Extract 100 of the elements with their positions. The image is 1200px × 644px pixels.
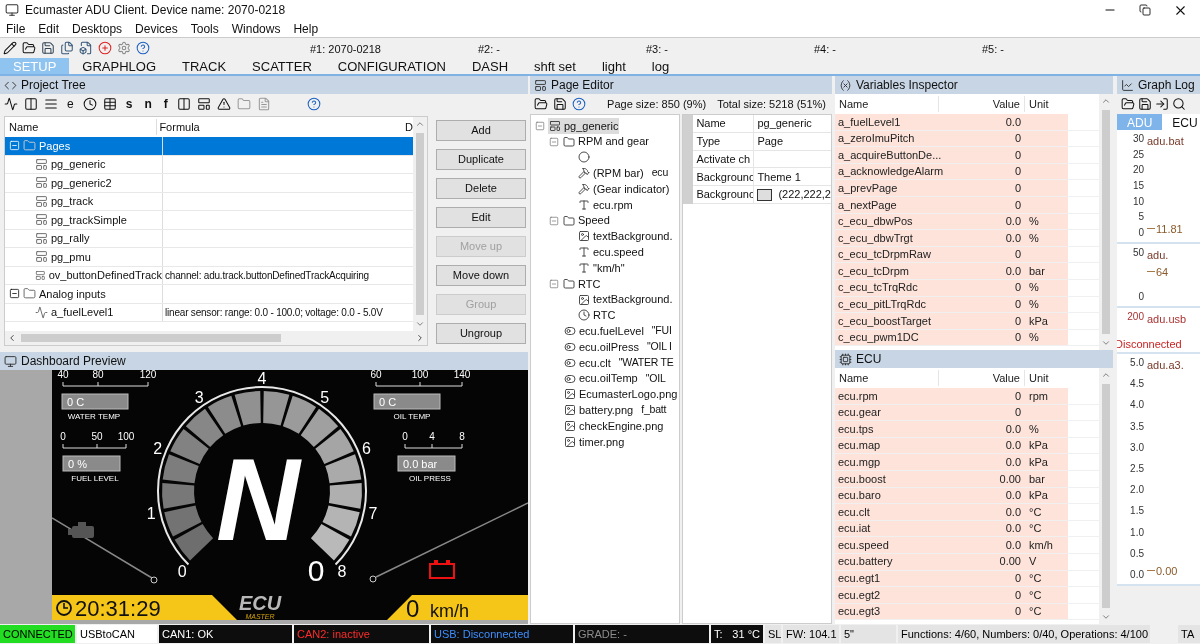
tab[interactable]: shft set	[521, 58, 589, 74]
column-header[interactable]: Name	[5, 118, 158, 136]
tree-item[interactable]: RPM and gear	[562, 133, 650, 150]
scroll-left-icon[interactable]	[7, 333, 17, 343]
save-icon[interactable]	[41, 41, 55, 55]
tree-item[interactable]	[577, 151, 591, 164]
tree-item[interactable]: Speed	[562, 212, 611, 229]
tree-item[interactable]: ecu.rpm	[577, 196, 634, 214]
toolbar-letter[interactable]: n	[141, 95, 155, 113]
tree-item[interactable]: ecu.fuelLevel	[563, 323, 645, 340]
action-button[interactable]: Duplicate	[436, 149, 526, 170]
table-icon[interactable]	[102, 97, 117, 111]
tree-item[interactable]: textBackground.	[577, 291, 674, 308]
tree-item[interactable]: ecu.oilTemp	[563, 370, 639, 387]
tree-item[interactable]: (Gear indicator)	[577, 180, 671, 198]
column-header[interactable]: Unit	[1025, 95, 1068, 113]
device-slot[interactable]: #5: -	[982, 43, 1004, 55]
open-folder-icon[interactable]	[22, 41, 36, 55]
menu-item[interactable]: Desktops	[72, 19, 123, 38]
tree-item[interactable]: ecu.oilPress	[563, 338, 640, 356]
column-header[interactable]: Unit	[1025, 369, 1068, 387]
tree-row[interactable]: Analog inputs	[5, 285, 413, 304]
open-folder-icon[interactable]	[534, 97, 548, 111]
tab[interactable]: DASH	[458, 58, 522, 74]
toolbar-letter[interactable]: e	[64, 95, 77, 113]
tab[interactable]: CONFIGURATION	[324, 58, 459, 74]
property-value[interactable]: Page	[757, 132, 784, 150]
tree-row[interactable]: a_fuelLevel1 linear sensor: range: 0.0 - 100.0; voltage: 0.0 - 5.0V	[5, 303, 413, 322]
tree-item[interactable]: (RPM bar)	[577, 165, 645, 182]
tree-item[interactable]: checkEngine.png	[563, 417, 665, 435]
tree-item[interactable]: ecu.speed	[577, 244, 645, 261]
tab[interactable]: GRAPHLOG	[69, 58, 170, 74]
tab[interactable]: light	[588, 58, 639, 74]
tree-item[interactable]: ecu.clt	[563, 354, 612, 372]
add-icon[interactable]	[98, 41, 112, 55]
device-slot[interactable]: #1: 2070-0218	[310, 43, 381, 55]
tab[interactable]: log	[638, 58, 683, 74]
search-icon[interactable]	[1172, 97, 1186, 111]
property-value[interactable]: Theme 1	[757, 168, 801, 186]
device-slot[interactable]: #3: -	[646, 43, 668, 55]
page-icon[interactable]	[196, 97, 211, 111]
tree-row[interactable]: pg_track	[5, 192, 413, 211]
settings-icon[interactable]	[117, 41, 131, 55]
tree-row[interactable]: Pages	[5, 137, 413, 156]
menu-item[interactable]: Devices	[135, 19, 178, 38]
action-button[interactable]: Delete	[436, 178, 526, 199]
tab[interactable]: TRACK	[169, 58, 240, 74]
action-button[interactable]: Add	[436, 120, 526, 141]
tree-row[interactable]: pg_pmu	[5, 248, 413, 267]
device-slot[interactable]: #2: -	[478, 43, 500, 55]
help-icon[interactable]	[136, 41, 150, 55]
menu-item[interactable]: Help	[293, 19, 319, 38]
property-value[interactable]: (222,222,2	[778, 186, 831, 203]
scroll-right-icon[interactable]	[415, 333, 425, 343]
help-icon[interactable]	[572, 97, 586, 111]
column-header[interactable]: Value	[939, 95, 1025, 113]
export-icon[interactable]	[1155, 97, 1169, 111]
column-header[interactable]: Name	[835, 369, 939, 387]
tree-row[interactable]: ov_buttonDefinedTrack channel: adu.track.buttonDefinedTrackAcquiring	[5, 266, 413, 285]
file-icon[interactable]	[79, 41, 93, 55]
device-slot[interactable]: #4: -	[814, 43, 836, 55]
tree-row[interactable]: pg_generic	[5, 155, 413, 174]
open-folder-icon[interactable]	[1121, 97, 1135, 111]
help-icon[interactable]	[306, 97, 321, 111]
sensor-icon[interactable]	[4, 97, 18, 111]
save-icon[interactable]	[1138, 97, 1152, 111]
tree-item[interactable]: RTC	[577, 307, 617, 324]
tree-item[interactable]: pg_generic	[548, 117, 620, 135]
action-button[interactable]: Move down	[436, 265, 526, 286]
files-icon[interactable]	[60, 41, 74, 55]
property-value[interactable]: pg_generic	[757, 115, 812, 132]
restore-icon[interactable]	[1139, 4, 1151, 16]
tree-item[interactable]: battery.png	[563, 402, 635, 419]
warning-icon[interactable]	[216, 97, 231, 111]
toolbar-letter[interactable]: s	[122, 95, 136, 113]
column-header[interactable]: Name	[835, 95, 939, 113]
column-header[interactable]: D	[403, 118, 413, 136]
pencil-icon[interactable]	[3, 41, 17, 55]
tab[interactable]: ECU	[1162, 114, 1200, 130]
tree-item[interactable]: timer.png	[563, 433, 626, 451]
tree-row[interactable]: pg_trackSimple	[5, 211, 413, 230]
save-icon[interactable]	[553, 97, 567, 111]
tree-row[interactable]: pg_generic2	[5, 174, 413, 193]
menu-item[interactable]: Edit	[38, 19, 60, 38]
tree-row[interactable]: pg_rally	[5, 229, 413, 248]
column-header[interactable]: Value	[939, 369, 1025, 387]
column-header[interactable]: Formula	[157, 118, 404, 136]
toolbar-letter[interactable]: f	[160, 95, 171, 113]
menu-item[interactable]: Tools	[190, 19, 219, 38]
scrollbar[interactable]	[5, 331, 427, 345]
tab[interactable]: SCATTER	[239, 58, 325, 74]
timer-icon[interactable]	[82, 97, 97, 111]
color-swatch[interactable]	[757, 188, 773, 201]
tree-item[interactable]: "km/h"	[577, 259, 626, 277]
menu-item[interactable]: Windows	[231, 19, 281, 38]
tree-item[interactable]: textBackground.	[577, 228, 674, 245]
action-button[interactable]: Edit	[436, 207, 526, 228]
tree-item[interactable]: RTC	[562, 275, 602, 293]
tree-item[interactable]: EcumasterLogo.png	[563, 386, 679, 403]
lines-icon[interactable]	[44, 97, 58, 111]
